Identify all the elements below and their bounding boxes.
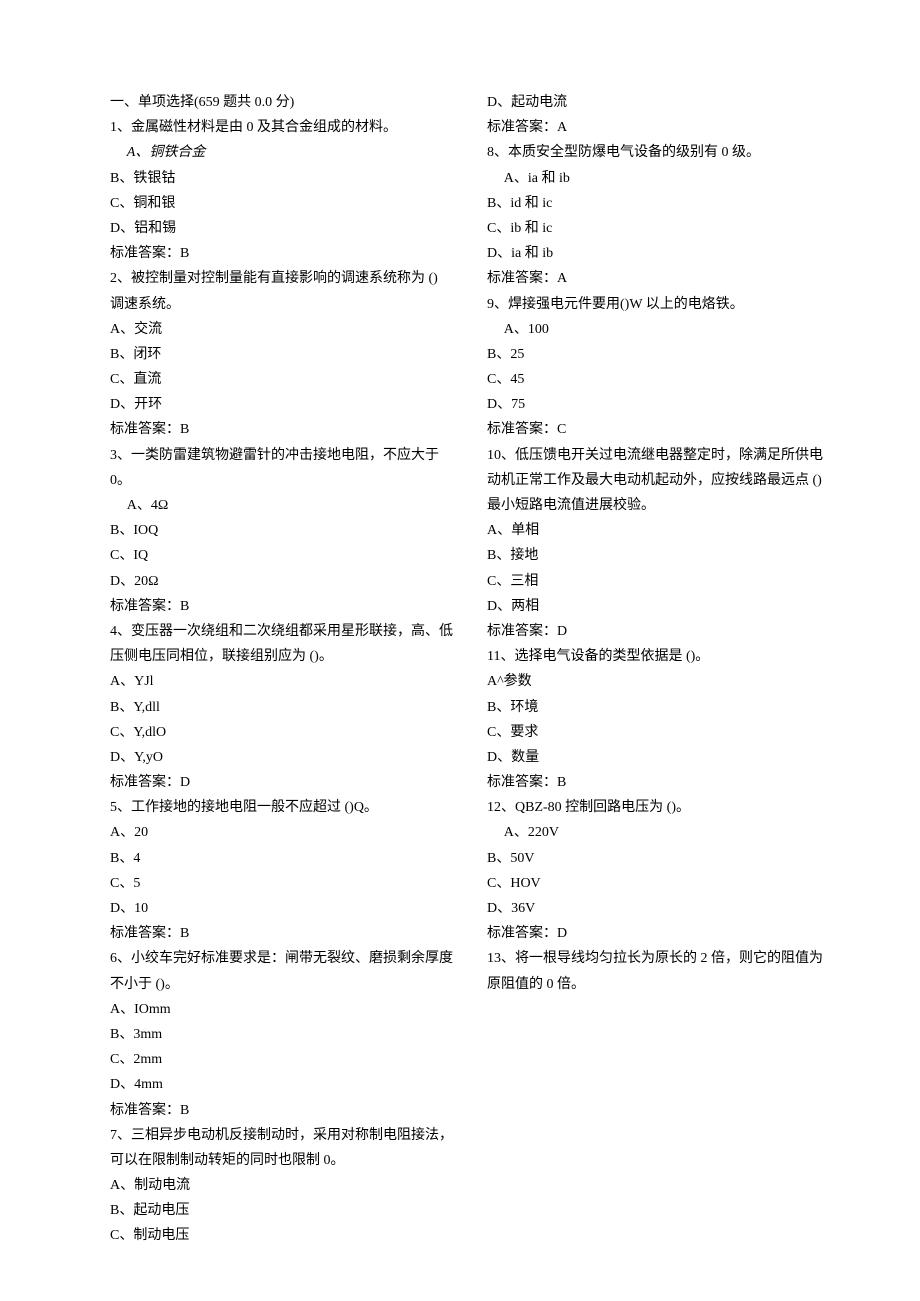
answer-line: 标准答案：D xyxy=(110,770,453,795)
answer-line: 标准答案：B xyxy=(487,770,830,795)
answer-line: 标准答案：C xyxy=(487,417,830,442)
section-header: 一、单项选择(659 题共 0.0 分) xyxy=(110,90,453,115)
option: D、36V xyxy=(487,896,830,921)
option: A^参数 xyxy=(487,669,830,694)
option: D、20Ω xyxy=(110,569,453,594)
question-stem: 3、一类防雷建筑物避雷针的冲击接地电阻，不应大于 0。 xyxy=(110,443,453,493)
option: C、IQ xyxy=(110,543,453,568)
option: B、铁银钴 xyxy=(110,166,453,191)
option: C、Y,dlO xyxy=(110,720,453,745)
option: C、ib 和 ic xyxy=(487,216,830,241)
option: D、Y,yO xyxy=(110,745,453,770)
option: B、环境 xyxy=(487,695,830,720)
answer-line: 标准答案：A xyxy=(487,266,830,291)
option: A、交流 xyxy=(110,317,453,342)
option: D、10 xyxy=(110,896,453,921)
option: D、两相 xyxy=(487,594,830,619)
option: D、ia 和 ib xyxy=(487,241,830,266)
answer-line: 标准答案：B xyxy=(110,594,453,619)
question-stem: 7、三相异步电动机反接制动时，采用对称制电阻接法，可以在限制制动转矩的同时也限制… xyxy=(110,1123,453,1173)
option: D、起动电流 xyxy=(487,90,830,115)
question-stem: 13、将一根导线均匀拉长为原长的 2 倍，则它的阻值为原阻值的 0 倍。 xyxy=(487,946,830,996)
answer-line: 标准答案：D xyxy=(487,921,830,946)
answer-line: 标准答案：B xyxy=(110,241,453,266)
option: A、铜铁合金 xyxy=(110,140,453,165)
option: C、直流 xyxy=(110,367,453,392)
option: B、25 xyxy=(487,342,830,367)
option: A、4Ω xyxy=(110,493,453,518)
option: B、起动电压 xyxy=(110,1198,453,1223)
option: A、ia 和 ib xyxy=(487,166,830,191)
option: B、id 和 ic xyxy=(487,191,830,216)
option: C、5 xyxy=(110,871,453,896)
option: C、2mm xyxy=(110,1047,453,1072)
option: B、Y,dll xyxy=(110,695,453,720)
option: C、HOV xyxy=(487,871,830,896)
option: B、3mm xyxy=(110,1022,453,1047)
answer-line: 标准答案：B xyxy=(110,417,453,442)
question-stem: 2、被控制量对控制量能有直接影响的调速系统称为 () 调速系统。 xyxy=(110,266,453,316)
question-stem: 1、金属磁性材料是由 0 及其合金组成的材料。 xyxy=(110,115,453,140)
question-stem: 5、工作接地的接地电阻一般不应超过 ()Q。 xyxy=(110,795,453,820)
question-stem: 12、QBZ-80 控制回路电压为 ()。 xyxy=(487,795,830,820)
option: A、YJl xyxy=(110,669,453,694)
option: C、要求 xyxy=(487,720,830,745)
question-stem: 9、焊接强电元件要用()W 以上的电烙铁。 xyxy=(487,292,830,317)
option: D、开环 xyxy=(110,392,453,417)
option: D、铝和锡 xyxy=(110,216,453,241)
option: B、接地 xyxy=(487,543,830,568)
option: B、闭环 xyxy=(110,342,453,367)
question-stem: 6、小绞车完好标准要求是：闸带无裂纹、磨损剩余厚度不小于 ()。 xyxy=(110,946,453,996)
option: C、45 xyxy=(487,367,830,392)
option: B、50V xyxy=(487,846,830,871)
answer-line: 标准答案：B xyxy=(110,1098,453,1123)
option: C、制动电压 xyxy=(110,1223,453,1248)
option: A、制动电流 xyxy=(110,1173,453,1198)
question-stem: 4、变压器一次绕组和二次绕组都采用星形联接，高、低压侧电压同相位，联接组别应为 … xyxy=(110,619,453,669)
option: A、单相 xyxy=(487,518,830,543)
option: B、IOQ xyxy=(110,518,453,543)
option: C、三相 xyxy=(487,569,830,594)
answer-line: 标准答案：A xyxy=(487,115,830,140)
question-stem: 10、低压馈电开关过电流继电器整定时，除满足所供电动机正常工作及最大电动机起动外… xyxy=(487,443,830,519)
option: A、IOmm xyxy=(110,997,453,1022)
option: C、铜和银 xyxy=(110,191,453,216)
option: A、20 xyxy=(110,820,453,845)
option: B、4 xyxy=(110,846,453,871)
answer-line: 标准答案：B xyxy=(110,921,453,946)
option: D、4mm xyxy=(110,1072,453,1097)
option: D、75 xyxy=(487,392,830,417)
question-stem: 8、本质安全型防爆电气设备的级别有 0 级。 xyxy=(487,140,830,165)
option: A、220V xyxy=(487,820,830,845)
answer-line: 标准答案：D xyxy=(487,619,830,644)
question-stem: 11、选择电气设备的类型依据是 ()。 xyxy=(487,644,830,669)
option: A、100 xyxy=(487,317,830,342)
option: D、数量 xyxy=(487,745,830,770)
